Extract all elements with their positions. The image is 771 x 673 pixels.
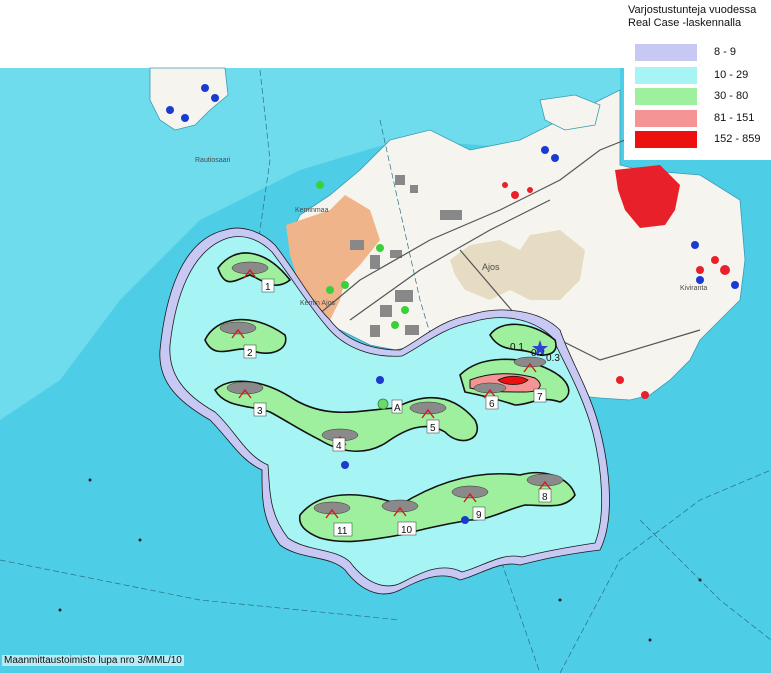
turbine-label-3: 3 bbox=[257, 406, 263, 417]
receptor-a-marker bbox=[377, 398, 389, 410]
legend-swatch-10-29 bbox=[635, 67, 697, 84]
place-label-kemin-ajos: Kemin Ajos bbox=[300, 300, 336, 307]
map-credit: Maanmittaustoimisto lupa nro 3/MML/10 bbox=[2, 655, 184, 666]
turbine-label-9: 9 bbox=[476, 510, 482, 521]
legend-swatch-152-859 bbox=[635, 131, 697, 148]
turbine-label-10: 10 bbox=[401, 525, 413, 536]
legend-label-152-859: 152 - 859 bbox=[714, 133, 761, 145]
legend-title-line-2: Real Case -laskennalla bbox=[628, 17, 742, 29]
place-label-kiviranta: Kiviranta bbox=[680, 285, 707, 292]
legend-title-line-1: Varjostustunteja vuodessa bbox=[628, 4, 757, 16]
turbine-label-5: 5 bbox=[430, 423, 436, 434]
turbine-label-11: 11 bbox=[337, 526, 348, 537]
legend-label-10-29: 10 - 29 bbox=[714, 69, 749, 81]
place-label-rautiosaari: Rautiosaari bbox=[195, 157, 231, 164]
receptor-label-a: A bbox=[394, 403, 401, 414]
turbine-label-6: 6 bbox=[489, 399, 495, 410]
legend-label-8-9: 8 - 9 bbox=[714, 46, 737, 58]
legend-label-81-151: 81 - 151 bbox=[714, 112, 755, 124]
turbine-label-1: 1 bbox=[265, 282, 271, 293]
receptor-label-0.3: 0.3 bbox=[546, 353, 560, 364]
turbine-label-8: 8 bbox=[542, 492, 548, 503]
turbine-label-7: 7 bbox=[537, 392, 543, 403]
place-label-ajos: Ajos bbox=[482, 262, 500, 272]
receptor-label-0.1: 0.1 bbox=[510, 342, 524, 353]
legend-swatch-30-80 bbox=[635, 88, 697, 105]
turbine-label-4: 4 bbox=[336, 441, 342, 452]
legend-label-30-80: 30 - 80 bbox=[714, 90, 749, 102]
place-label-keminmaa: Keminmaa bbox=[295, 207, 329, 214]
legend-swatch-81-151 bbox=[635, 110, 697, 127]
map-legend: Varjostustunteja vuodessa Real Case -las… bbox=[624, 0, 771, 160]
legend-swatch-8-9 bbox=[635, 44, 697, 61]
turbine-label-2: 2 bbox=[247, 348, 253, 359]
